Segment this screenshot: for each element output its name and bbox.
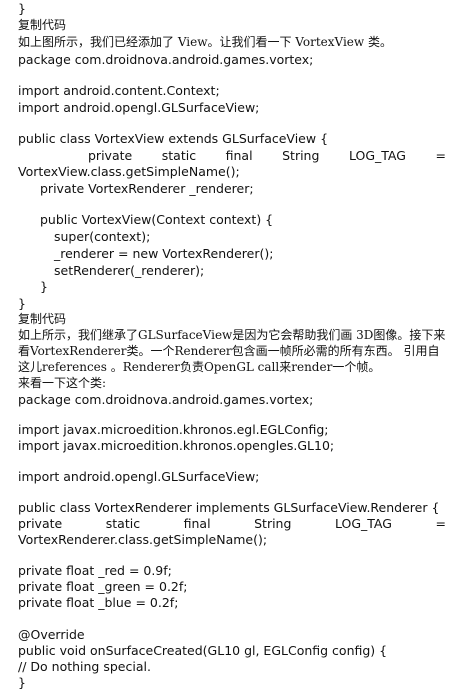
code-token: static <box>161 148 197 163</box>
code-token: final <box>225 148 253 163</box>
code-token: String <box>282 148 320 163</box>
code-line-field: private VortexRenderer _renderer; <box>40 181 254 196</box>
code-line-log-tag: private static final String LOG_TAG = <box>18 515 446 532</box>
copy-code-label: 复制代码 <box>18 18 67 32</box>
paragraph-line: 如上图所示，我们已经添加了 View。让我们看一下 VortexView 类。 <box>18 35 392 49</box>
code-token: String <box>254 516 292 531</box>
code-line-field: private float _blue = 0.2f; <box>18 595 179 610</box>
code-token: private <box>18 516 63 531</box>
code-line: VortexView.class.getSimpleName(); <box>18 164 240 179</box>
code-line-method: public void onSurfaceCreated(GL10 gl, EG… <box>18 643 388 658</box>
code-token: = <box>435 148 446 163</box>
code-line-closing-brace: } <box>18 296 26 311</box>
code-line: super(context); <box>54 229 151 244</box>
code-line-constructor: public VortexView(Context context) { <box>40 212 274 227</box>
code-line-closing-brace: } <box>18 675 26 690</box>
code-line-field: private float _red = 0.9f; <box>18 563 172 578</box>
code-token: LOG_TAG <box>348 148 406 163</box>
code-token: = <box>435 516 446 531</box>
code-line-field: private float _green = 0.2f; <box>18 579 188 594</box>
copy-code-label: 复制代码 <box>18 312 67 326</box>
code-line-import: import javax.microedition.khronos.egl.EG… <box>18 422 329 437</box>
paragraph-line: 这儿references 。Renderer负责OpenGL call来rend… <box>18 360 381 374</box>
code-line-import: import android.opengl.GLSurfaceView; <box>18 469 260 484</box>
code-line: _renderer = new VortexRenderer(); <box>54 246 274 261</box>
code-token: final <box>183 516 211 531</box>
paragraph-line: 如上所示，我们继承了GLSurfaceView是因为它会帮助我们画 3D图像。接… <box>18 328 446 342</box>
code-line: setRenderer(_renderer); <box>54 263 205 278</box>
code-line-closing-brace: } <box>18 1 26 16</box>
code-token: LOG_TAG <box>334 516 392 531</box>
code-line-import: import android.opengl.GLSurfaceView; <box>18 100 260 115</box>
code-line-package: package com.droidnova.android.games.vort… <box>18 52 314 67</box>
code-line-comment: // Do nothing special. <box>18 659 151 674</box>
code-line-annotation: @Override <box>18 627 85 642</box>
code-line-class-declaration: public class VortexRenderer implements G… <box>18 500 440 515</box>
code-line-import: import android.content.Context; <box>18 83 220 98</box>
code-line-class-declaration: public class VortexView extends GLSurfac… <box>18 131 329 146</box>
code-token: private <box>88 148 133 163</box>
code-line-import: import javax.microedition.khronos.opengl… <box>18 438 335 453</box>
code-line-package: package com.droidnova.android.games.vort… <box>18 392 314 407</box>
code-line-log-tag: private static final String LOG_TAG = <box>18 147 446 164</box>
code-line-closing-brace: } <box>40 279 48 294</box>
paragraph-line: 来看一下这个类: <box>18 376 107 390</box>
paragraph-line: 看VortexRenderer类。一个Renderer包含画一帧所必需的所有东西… <box>18 344 440 358</box>
code-line: VortexRenderer.class.getSimpleName(); <box>18 532 268 547</box>
code-token: static <box>105 516 141 531</box>
